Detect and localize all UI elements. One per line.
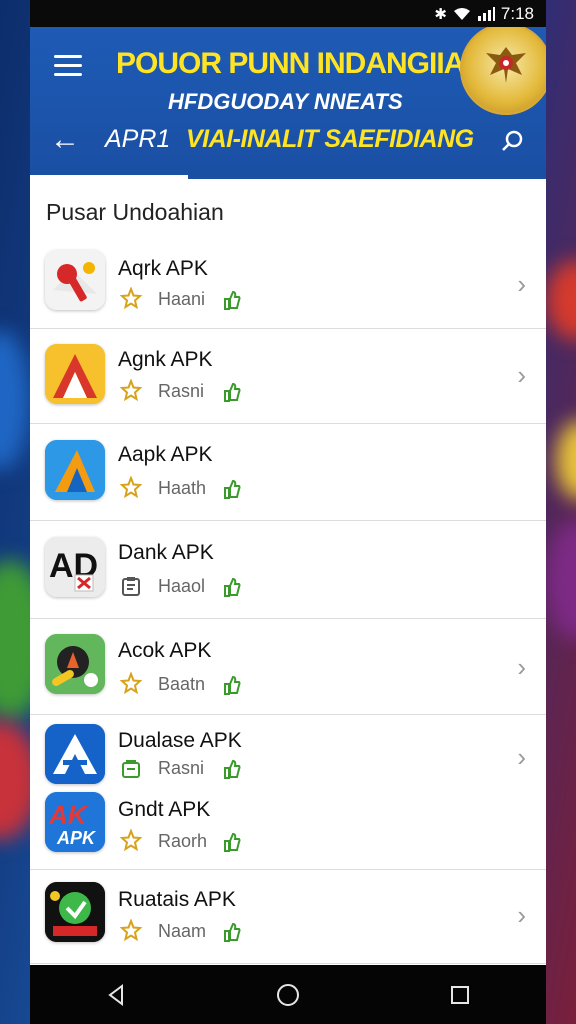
bluetooth-icon: ✱ — [434, 5, 447, 23]
app-name: Dank APK — [118, 541, 214, 564]
app-icon — [45, 724, 105, 784]
star-icon — [120, 919, 142, 941]
svg-text:AK: AK — [48, 800, 89, 830]
list-item[interactable]: Aapk APK Haath — [30, 423, 546, 521]
app-header: POUOR PUNN INDANGIIA HFDGUODAY NNEATS ← … — [30, 27, 546, 179]
chevron-right-icon[interactable]: › — [517, 902, 526, 928]
nav-title: VIAI-INALIT SAEFIDIANG — [186, 125, 474, 153]
wifi-icon — [453, 7, 470, 20]
list-item[interactable]: Agnk APK Rasni › — [30, 328, 546, 424]
status-time: 7:18 — [500, 3, 534, 23]
app-icon: AK APK — [45, 792, 105, 852]
section-title: Pusar Undoahian — [46, 199, 224, 225]
thumbs-up-icon — [224, 759, 241, 779]
app-meta: Haath — [158, 478, 207, 498]
app-name: Ruatais APK — [118, 888, 236, 911]
app-list-panel: Pusar Undoahian Aqrk APK Haani › Agnk AP… — [30, 179, 546, 965]
app-meta: Naam — [158, 921, 207, 941]
thumbs-up-icon — [224, 479, 241, 499]
status-bar: ✱ 7:18 — [30, 0, 546, 27]
app-meta: Raorh — [158, 831, 208, 851]
thumbs-up-icon — [224, 832, 241, 852]
bag-icon — [122, 760, 140, 778]
app-icon — [45, 634, 105, 694]
signal-icon — [477, 6, 495, 21]
star-icon — [120, 287, 142, 309]
list-item[interactable]: Acok APK Baatn › — [30, 618, 546, 715]
star-icon — [120, 829, 142, 851]
list-item[interactable]: Dualase APK Rasni › AK APK Gndt APK Raor… — [30, 714, 546, 870]
app-icon — [45, 882, 105, 942]
hamburger-icon[interactable] — [54, 55, 82, 77]
app-name: Aqrk APK — [118, 257, 208, 280]
star-icon — [120, 672, 142, 694]
system-nav-bar — [30, 965, 546, 1024]
circle-home-icon[interactable] — [258, 970, 318, 1020]
app-icon — [45, 440, 105, 500]
chevron-right-icon[interactable]: › — [517, 271, 526, 297]
app-meta: Haani — [158, 289, 206, 309]
thumbs-up-icon — [224, 290, 241, 310]
app-icon — [45, 344, 105, 404]
svg-text:APK: APK — [56, 828, 97, 848]
thumbs-up-icon — [224, 922, 241, 942]
star-icon — [120, 476, 142, 498]
app-meta: Rasni — [158, 381, 205, 401]
app-name: Gndt APK — [118, 798, 211, 821]
chevron-right-icon[interactable]: › — [517, 744, 526, 770]
thumbs-up-icon — [224, 675, 241, 695]
triangle-back-icon[interactable] — [86, 970, 146, 1020]
square-recents-icon[interactable] — [430, 970, 490, 1020]
garuda-icon — [486, 47, 526, 83]
app-meta: Baatn — [158, 674, 206, 694]
app-icon — [45, 250, 105, 310]
emblem-logo — [460, 27, 546, 115]
star-icon — [120, 379, 142, 401]
thumbs-up-icon — [224, 577, 241, 597]
app-meta: Rasni — [158, 758, 205, 778]
chevron-right-icon[interactable]: › — [517, 362, 526, 388]
clipboard-icon — [122, 577, 140, 596]
app-name: Agnk APK — [118, 348, 213, 371]
list-item[interactable]: Aqrk APK Haani › — [30, 241, 546, 329]
search-icon[interactable] — [500, 128, 526, 154]
app-meta: Haaol — [158, 576, 206, 596]
app-name: Acok APK — [118, 639, 212, 662]
chevron-right-icon[interactable]: › — [517, 654, 526, 680]
arrow-left-icon[interactable]: ← — [50, 125, 80, 155]
app-title: POUOR PUNN INDANGIIA — [116, 47, 465, 80]
list-item[interactable]: AD Dank APK Haaol — [30, 520, 546, 619]
list-item[interactable]: Ruatais APK Naam › — [30, 869, 546, 964]
app-icon: AD — [45, 537, 105, 597]
thumbs-up-icon — [224, 382, 241, 402]
tab-apr1[interactable]: APR1 — [105, 125, 170, 154]
app-name: Aapk APK — [118, 443, 213, 466]
app-subtitle: HFDGUODAY NNEATS — [168, 89, 403, 114]
app-name: Dualase APK — [118, 729, 242, 752]
